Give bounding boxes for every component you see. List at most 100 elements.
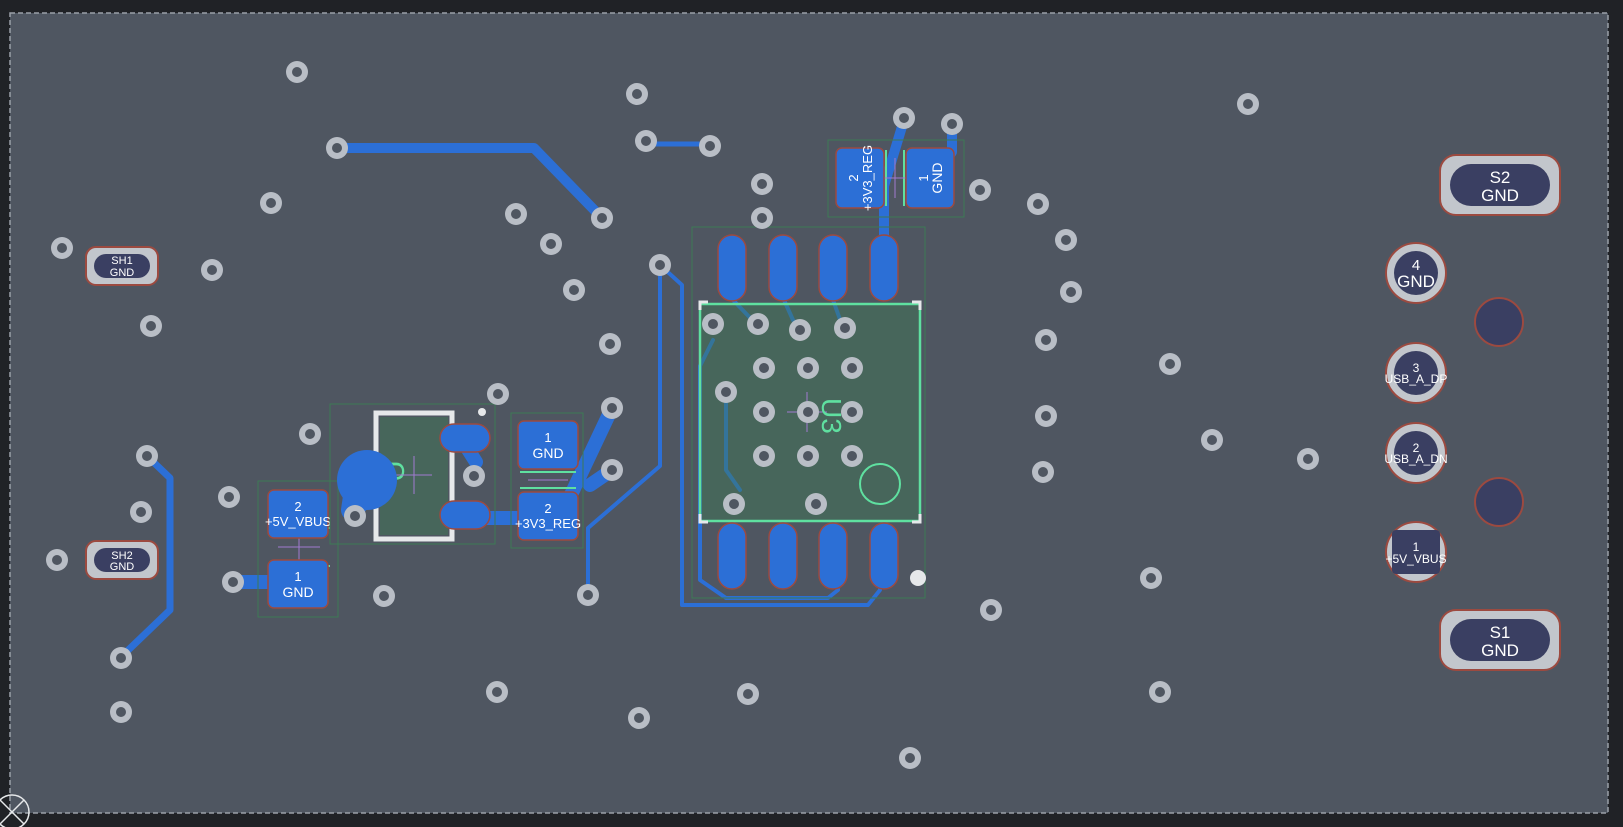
via[interactable] (1035, 329, 1057, 351)
via[interactable] (373, 585, 395, 607)
pad-net: GND (110, 561, 135, 573)
via[interactable] (260, 192, 282, 214)
via[interactable] (797, 401, 819, 423)
pad-number: 1 (544, 430, 551, 445)
via[interactable] (563, 279, 585, 301)
via[interactable] (1055, 229, 1077, 251)
pin-net: +5V_VBUS (1385, 552, 1446, 566)
via[interactable] (1032, 461, 1054, 483)
via[interactable] (702, 313, 724, 335)
via[interactable] (751, 207, 773, 229)
via[interactable] (789, 319, 811, 341)
via[interactable] (899, 747, 921, 769)
pad-net: GND (929, 162, 945, 193)
via[interactable] (805, 493, 827, 515)
pad-number: 1 (294, 569, 301, 584)
via[interactable] (222, 571, 244, 593)
via[interactable] (841, 445, 863, 467)
via[interactable] (699, 135, 721, 157)
via[interactable] (841, 357, 863, 379)
via[interactable] (1140, 567, 1162, 589)
connector-pin-3: 3 USB_A_DP (1385, 342, 1448, 404)
ic-pin (768, 234, 798, 302)
via[interactable] (649, 254, 671, 276)
via[interactable] (601, 459, 623, 481)
via[interactable] (299, 423, 321, 445)
via[interactable] (797, 445, 819, 467)
ic-pin (768, 522, 798, 590)
via[interactable] (834, 317, 856, 339)
via[interactable] (747, 313, 769, 335)
via[interactable] (723, 493, 745, 515)
pcb-editor-canvas[interactable]: SH1 GND SH2 GND 2 +5V_VBUS 1 GND U (0, 0, 1623, 827)
via[interactable] (46, 549, 68, 571)
via[interactable] (797, 357, 819, 379)
via[interactable] (487, 383, 509, 405)
via[interactable] (969, 179, 991, 201)
shield-pad-s2: S2 GND (1439, 154, 1561, 216)
via[interactable] (753, 401, 775, 423)
pad-name: S1 (1490, 623, 1511, 642)
ic-pin (717, 234, 747, 302)
via[interactable] (218, 486, 240, 508)
via[interactable] (463, 465, 485, 487)
via[interactable] (715, 381, 737, 403)
pad-net: +3V3_REG (860, 145, 875, 211)
via[interactable] (751, 173, 773, 195)
via[interactable] (286, 61, 308, 83)
ic-pin (818, 234, 848, 302)
via[interactable] (599, 333, 621, 355)
via[interactable] (201, 259, 223, 281)
via[interactable] (1237, 93, 1259, 115)
via[interactable] (1035, 405, 1057, 427)
pad-net: GND (1481, 641, 1519, 660)
via[interactable] (540, 233, 562, 255)
via[interactable] (505, 203, 527, 225)
shield-pad-sh1[interactable]: SH1 GND (85, 246, 159, 286)
via[interactable] (1027, 193, 1049, 215)
via[interactable] (326, 137, 348, 159)
via[interactable] (110, 647, 132, 669)
via[interactable] (486, 681, 508, 703)
via[interactable] (628, 707, 650, 729)
via[interactable] (753, 357, 775, 379)
pad-net: GND (282, 584, 313, 600)
pad-name: SH1 (111, 255, 132, 267)
via[interactable] (737, 683, 759, 705)
via[interactable] (626, 83, 648, 105)
shield-pad-sh2[interactable]: SH2 GND (85, 540, 159, 580)
pin-net: USB_A_DN (1384, 452, 1447, 466)
pin-net: USB_A_DP (1385, 372, 1448, 386)
via[interactable] (1201, 429, 1223, 451)
via[interactable] (980, 599, 1002, 621)
via[interactable] (941, 113, 963, 135)
pad-number: 2 (544, 501, 551, 516)
via[interactable] (635, 130, 657, 152)
shield-pad-s1: S1 GND (1439, 609, 1561, 671)
pad-number: 2 (294, 499, 301, 514)
via[interactable] (893, 107, 915, 129)
via[interactable] (841, 401, 863, 423)
pad-net: +5V_VBUS (265, 514, 331, 529)
pad-net: GND (1481, 186, 1519, 205)
via[interactable] (1297, 448, 1319, 470)
via[interactable] (577, 584, 599, 606)
ic-pin (869, 234, 899, 302)
via[interactable] (130, 501, 152, 523)
via[interactable] (140, 315, 162, 337)
via[interactable] (1159, 353, 1181, 375)
via[interactable] (1060, 281, 1082, 303)
via[interactable] (110, 701, 132, 723)
ic-pin (818, 522, 848, 590)
via[interactable] (601, 397, 623, 419)
via[interactable] (136, 445, 158, 467)
mounting-hole (1474, 477, 1524, 527)
via[interactable] (51, 237, 73, 259)
via[interactable] (344, 505, 366, 527)
connector-pin-1: 1 +5V_VBUS (1385, 521, 1447, 583)
via[interactable] (591, 207, 613, 229)
pad-net: GND (532, 445, 563, 461)
mounting-hole (1474, 297, 1524, 347)
via[interactable] (1149, 681, 1171, 703)
via[interactable] (753, 445, 775, 467)
